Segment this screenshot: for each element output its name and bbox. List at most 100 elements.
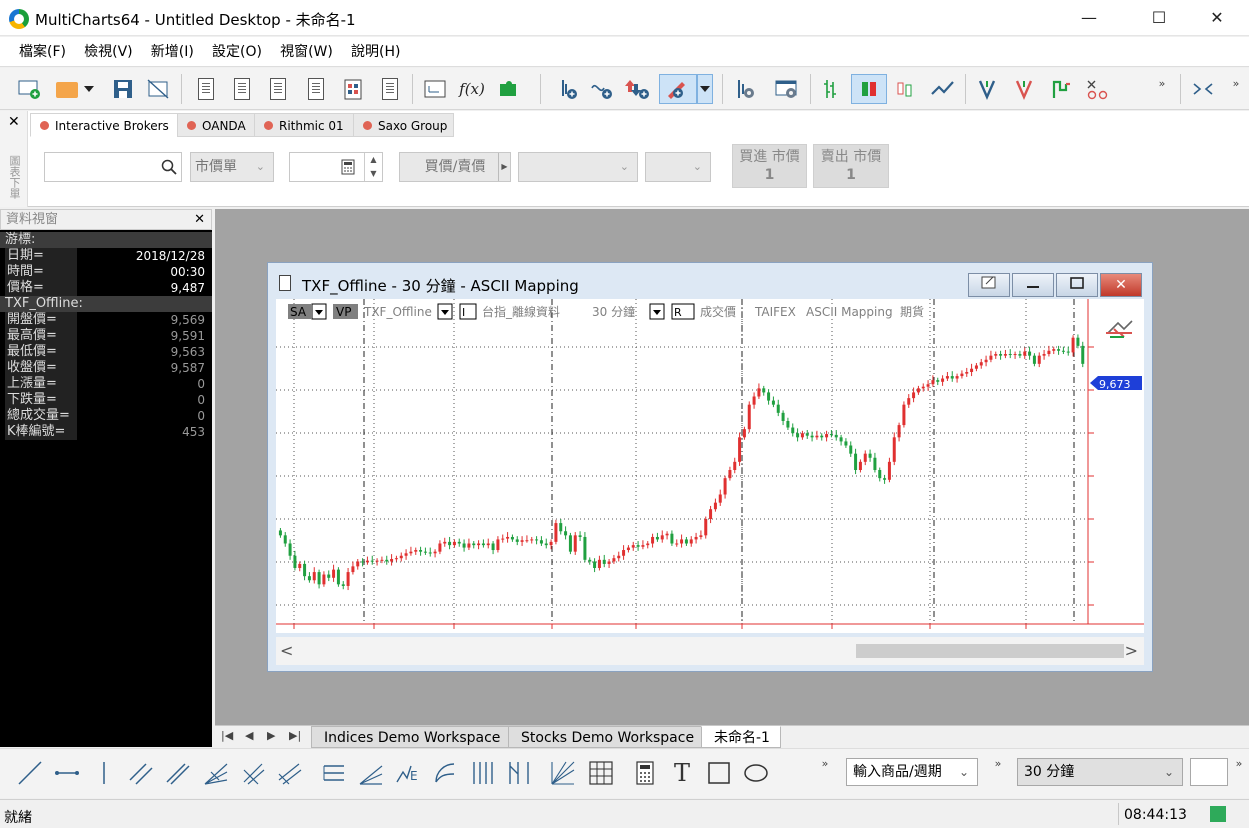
vertical-line-icon[interactable] [90,759,118,787]
regression-channel-icon[interactable] [164,759,192,787]
chevron-more-icon[interactable]: » [1226,68,1246,98]
new-window-icon[interactable] [375,74,405,104]
trade-arrows-icon[interactable] [1106,320,1133,338]
quantity-stepper[interactable]: ▲ ▼ [289,152,383,182]
tab-indices-demo-workspace[interactable]: Indices Demo Workspace [311,726,512,748]
bid-ask-button[interactable]: 買價/賣價 ▶ [399,152,511,182]
data-window-close-button[interactable]: ✕ [194,210,205,229]
symbol-search-input[interactable] [44,152,182,182]
tab-rithmic-01[interactable]: Rithmic 01 [254,113,354,137]
order-panel-close-button[interactable]: ✕ [8,114,20,130]
tab-saxo-group[interactable]: Saxo Group [353,113,454,137]
gann-angles-icon[interactable] [549,759,577,787]
add-component-icon[interactable] [493,74,523,104]
calculator-icon[interactable] [631,759,659,787]
insert-indicator-icon[interactable] [553,74,583,104]
text-icon[interactable]: T [668,759,696,787]
hollow-candle-icon[interactable] [890,74,920,104]
interval-select[interactable]: 30 分鐘 ⌄ [1017,758,1183,786]
trend-line-icon[interactable] [16,759,44,787]
account-select[interactable]: ⌄ [518,152,638,182]
format-icon[interactable] [730,74,760,104]
v-icon[interactable] [972,74,1002,104]
chart-plot-area[interactable]: SA VP TXF_Offline I 台指_離線資料 30 分鐘 R 成交價 … [276,299,1144,633]
time-zones-icon[interactable] [468,759,496,787]
scroll-left-arrow[interactable]: < [280,641,293,660]
candlestick-icon[interactable] [851,74,887,104]
step-icon[interactable] [1046,74,1076,104]
open-workspace-icon[interactable] [52,74,82,104]
tab-next-button[interactable]: ▶ [267,729,275,742]
menu-file[interactable]: 檔案(F) [12,37,73,67]
sell-market-button[interactable]: 賣出 市價 1 [813,144,889,188]
draw-tool-icon[interactable] [659,74,697,104]
tab-interactive-brokers[interactable]: Interactive Brokers [30,113,178,137]
tab-stocks-demo-workspace[interactable]: Stocks Demo Workspace [508,726,706,748]
chevron-more-icon[interactable]: » [988,749,1008,777]
insert-signal-icon[interactable] [588,74,618,104]
chevron-more-icon[interactable]: » [1229,749,1249,777]
close-button[interactable]: ✕ [1194,0,1240,36]
chart-settings-icon[interactable] [772,74,802,104]
grid-icon[interactable] [587,759,615,787]
tab-oanda[interactable]: OANDA [177,113,255,137]
calculator-icon[interactable] [341,159,355,175]
chart-maximize-button[interactable] [1056,273,1098,297]
new-desktop-icon[interactable] [14,74,44,104]
fib-retracement-icon[interactable] [320,759,348,787]
chart-minimize-button[interactable] [1012,273,1054,297]
menu-settings[interactable]: 設定(O) [205,37,269,67]
collapse-icon[interactable] [1188,74,1218,104]
chart-horizontal-scrollbar[interactable]: < > [276,637,1144,665]
bar-count-input[interactable] [1190,758,1228,786]
tab-first-button[interactable]: |◀ [221,729,233,742]
new-dom-icon[interactable] [263,74,293,104]
andrews-pitchfork-icon[interactable] [239,759,267,787]
stepper-arrows[interactable]: ▲ ▼ [364,153,382,181]
new-spreadsheet-icon[interactable] [338,74,368,104]
chevron-down-icon[interactable] [697,74,713,104]
new-portfolio-icon[interactable] [301,74,331,104]
arc-icon[interactable] [431,759,459,787]
rectangle-icon[interactable] [705,759,733,787]
new-chart-icon[interactable] [191,74,221,104]
chevron-down-icon[interactable] [80,74,98,104]
power-language-editor-icon[interactable] [420,74,450,104]
order-type-select[interactable]: 市價單 ⌄ [190,152,274,182]
new-scanner-icon[interactable] [227,74,257,104]
speed-lines-icon[interactable] [357,759,385,787]
ohlc-bar-icon[interactable] [815,74,845,104]
tab-prev-button[interactable]: ◀ [245,729,253,742]
horizontal-line-icon[interactable] [53,759,81,787]
scrollbar-thumb[interactable] [856,644,1124,658]
symbol-interval-input[interactable]: 輸入商品/週期 ⌄ [846,758,978,786]
fib-time-icon[interactable] [505,759,533,787]
menu-help[interactable]: 說明(H) [344,37,407,67]
minimize-button[interactable]: — [1066,0,1112,36]
v-red-icon[interactable] [1009,74,1039,104]
menu-view[interactable]: 檢視(V) [77,37,140,67]
candlestick-chart[interactable]: SA VP TXF_Offline I 台指_離線資料 30 分鐘 R 成交價 … [276,299,1144,633]
ellipse-icon[interactable] [742,759,770,787]
chart-edit-button[interactable] [968,273,1010,297]
close-workspace-icon[interactable] [143,74,173,104]
parallel-channel-icon[interactable] [127,759,155,787]
function-editor-icon[interactable]: f(x) [457,74,487,104]
scroll-right-arrow[interactable]: > [1125,641,1138,660]
chevron-more-icon[interactable]: » [1152,68,1172,98]
save-icon[interactable] [108,74,138,104]
menu-window[interactable]: 視窗(W) [273,37,340,67]
fib-fan-icon[interactable] [202,759,230,787]
tab-last-button[interactable]: ▶| [289,729,301,742]
x-o-icon[interactable] [1083,74,1113,104]
maximize-button[interactable]: ☐ [1136,0,1182,36]
buy-market-button[interactable]: 買進 市價 1 [732,144,807,188]
menu-insert[interactable]: 新增(I) [144,37,201,67]
line-chart-icon[interactable] [928,74,958,104]
order-entry-icon[interactable] [623,74,653,104]
chart-window[interactable]: TXF_Offline - 30 分鐘 - ASCII Mapping ✕ SA… [267,262,1153,672]
gann-fan-icon[interactable] [276,759,304,787]
chart-close-button[interactable]: ✕ [1100,273,1142,297]
tab-untitled-1[interactable]: 未命名-1 [701,726,781,748]
elliott-wave-icon[interactable]: E [394,759,422,787]
